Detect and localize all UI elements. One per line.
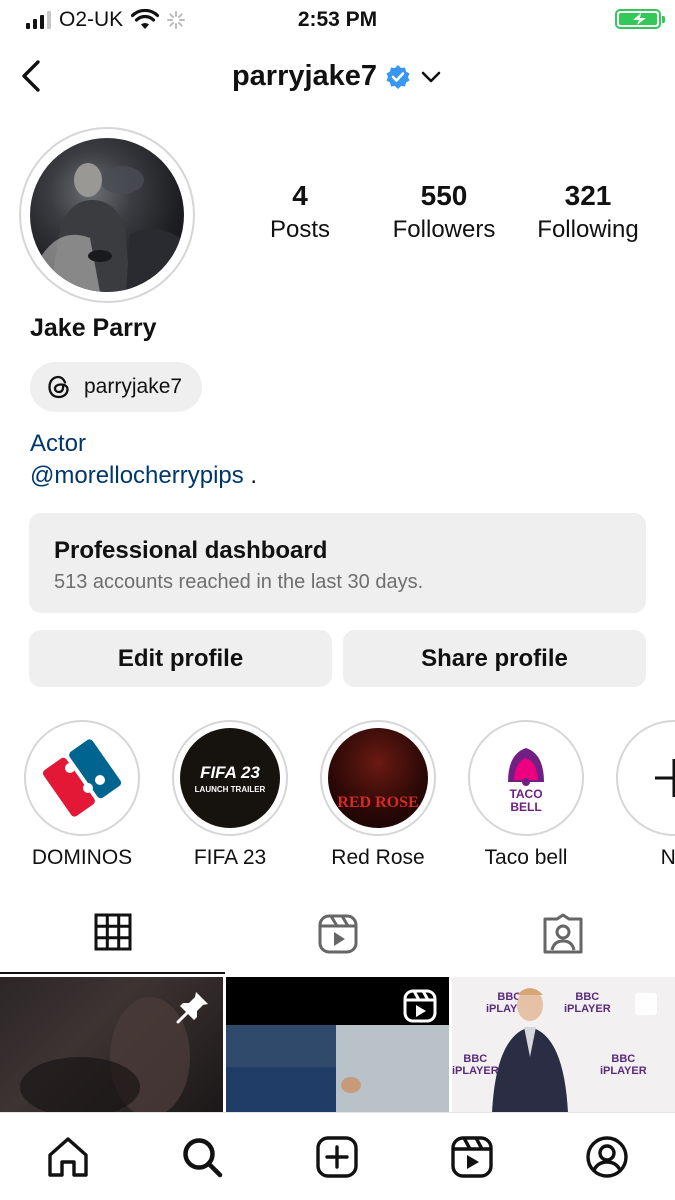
reel-indicator-icon [403, 989, 437, 1023]
plus-icon [655, 759, 675, 797]
bio-category: Actor [30, 430, 87, 457]
highlight-fifa-23[interactable]: FIFA 23 LAUNCH TRAILER FIFA 23 [172, 720, 288, 870]
highlight-label: Taco bell [484, 846, 568, 869]
nav-profile[interactable] [583, 1133, 631, 1181]
highlight-label: FIFA 23 [193, 846, 267, 869]
followers-label: Followers [392, 216, 496, 243]
post-thumbnail[interactable] [0, 977, 223, 1113]
clock: 2:53 PM [297, 8, 378, 31]
home-icon [48, 1137, 88, 1177]
status-bar: O2-UK 2:53 PM [0, 0, 675, 38]
create-post-icon [316, 1136, 358, 1178]
following-label: Following [537, 216, 639, 243]
posts-label: Posts [269, 216, 331, 243]
dashboard-subtitle: 513 accounts reached in the last 30 days… [54, 571, 424, 593]
taco-bell-logo [508, 748, 544, 786]
red-rose-art-title: RED ROSE [337, 794, 419, 811]
nav-search[interactable] [178, 1133, 226, 1181]
highlight-new[interactable]: Ne [616, 720, 675, 870]
dominos-logo [42, 739, 122, 817]
highlight-label: Red Rose [331, 846, 425, 869]
profile-tabs [0, 905, 675, 975]
followers-count[interactable]: 550 Followers [364, 180, 524, 244]
account-switcher[interactable]: parryjake7 [0, 60, 675, 93]
edit-profile-button[interactable]: Edit profile [29, 630, 332, 687]
bio-suffix: . [243, 462, 258, 489]
fifa-art-title: FIFA 23 [200, 762, 260, 782]
full-name: Jake Parry [30, 314, 157, 342]
multi-photo-icon [635, 993, 657, 1015]
dashboard-title: Professional dashboard [54, 537, 328, 564]
bio-mention-link[interactable]: @morellocherrypips [30, 462, 244, 489]
header-username: parryjake7 [231, 60, 378, 92]
bio: Actor @morellocherrypips . [30, 428, 257, 492]
threads-icon [48, 375, 69, 399]
posts-count[interactable]: 4 Posts [220, 180, 380, 244]
professional-dashboard[interactable]: Professional dashboard 513 accounts reac… [29, 513, 646, 613]
battery-charging-icon [615, 9, 665, 29]
bottom-nav [0, 1112, 675, 1200]
nav-home[interactable] [44, 1133, 92, 1181]
following-count[interactable]: 321 Following [508, 180, 668, 244]
highlight-dominos[interactable]: DOMINOS [24, 720, 140, 870]
posts-grid: BBC iPLAYER BBC iPLAYER BBC iPLAYER BBC … [0, 977, 675, 1113]
share-profile-button[interactable]: Share profile [343, 630, 646, 687]
highlight-label: DOMINOS [31, 846, 133, 869]
active-tab-indicator [0, 972, 225, 974]
fifa-art-subtitle: LAUNCH TRAILER [194, 784, 266, 794]
posts-number: 4 [292, 180, 308, 211]
tagged-person-icon [543, 913, 582, 954]
taco-bell-art-text-2: BELL [510, 800, 542, 814]
reels-icon [318, 914, 357, 954]
nav-create[interactable] [313, 1133, 361, 1181]
grid-icon [94, 913, 131, 951]
profile-header: parryjake7 [0, 52, 675, 102]
threads-badge[interactable]: parryjake7 [30, 362, 203, 412]
pin-icon [176, 992, 208, 1024]
tab-reels[interactable] [225, 913, 450, 975]
profile-icon [586, 1136, 628, 1178]
threads-handle: parryjake7 [84, 375, 183, 398]
tab-posts-grid[interactable] [0, 913, 225, 975]
post-thumbnail[interactable] [226, 977, 449, 1113]
followers-number: 550 [420, 180, 468, 211]
highlight-red-rose[interactable]: RED ROSE Red Rose [320, 720, 436, 870]
chevron-down-icon [421, 71, 441, 82]
post-thumbnail[interactable]: BBC iPLAYER BBC iPLAYER BBC iPLAYER BBC … [452, 977, 675, 1113]
highlight-taco-bell[interactable]: TACO BELL Taco bell [468, 720, 584, 870]
highlight-label: Ne [660, 846, 675, 869]
tab-tagged[interactable] [450, 913, 675, 975]
verified-badge-icon [386, 64, 410, 89]
reels-icon [451, 1136, 493, 1178]
following-number: 321 [564, 180, 612, 211]
avatar[interactable] [30, 138, 184, 292]
search-icon [183, 1138, 223, 1178]
nav-reels[interactable] [448, 1133, 496, 1181]
